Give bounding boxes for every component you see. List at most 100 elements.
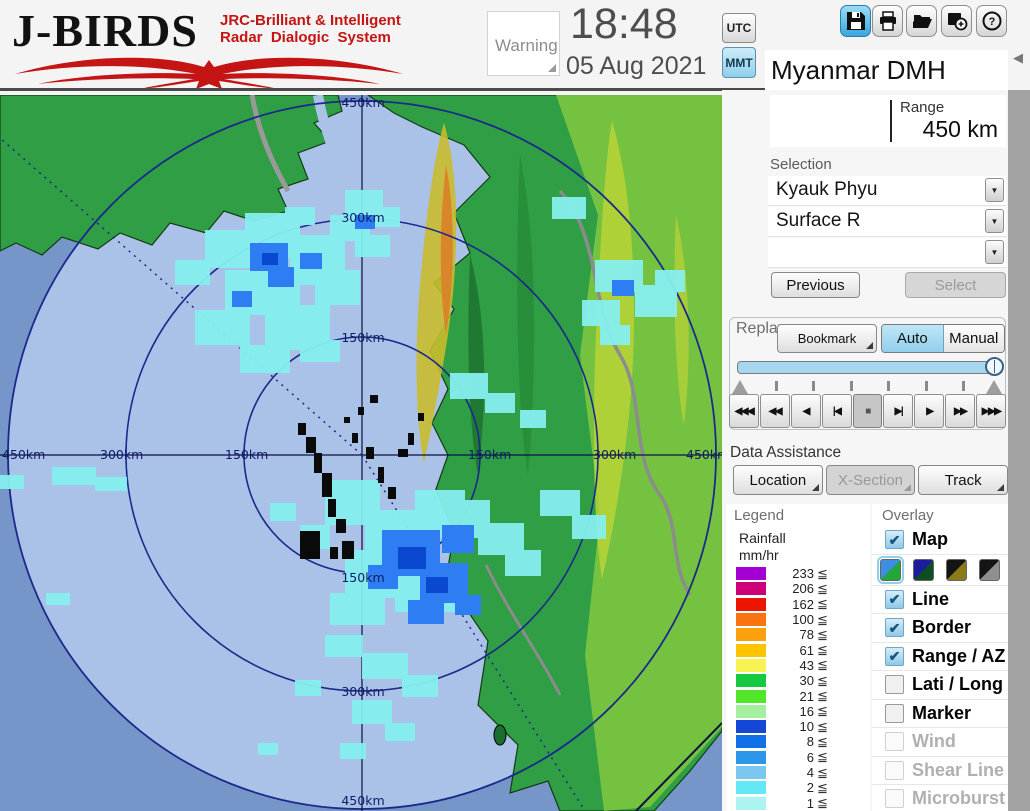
stop-button[interactable]: ■ bbox=[852, 394, 883, 428]
jbirds-app-window: J-BIRDS JRC-Brilliant & Intelligent Radar… bbox=[0, 0, 1030, 811]
previous-button[interactable]: Previous bbox=[771, 272, 860, 298]
range-label: 450km bbox=[2, 447, 45, 462]
overlay-item-label: Wind bbox=[912, 731, 956, 752]
manual-mode-button[interactable]: Manual bbox=[943, 325, 1004, 352]
legend-value: 21 bbox=[799, 688, 814, 704]
map-style-black-olive-button[interactable] bbox=[946, 558, 967, 581]
legend-unit-line2: mm/hr bbox=[739, 547, 779, 563]
replay-mode-group: Auto Manual bbox=[881, 324, 1005, 353]
legend-value: 2 bbox=[806, 780, 814, 796]
map-style-black-gray-button[interactable] bbox=[979, 558, 1000, 581]
slider-ticks bbox=[775, 381, 965, 391]
chevron-down-icon[interactable]: ▼ bbox=[985, 178, 1004, 202]
utc-button[interactable]: UTC bbox=[722, 13, 756, 43]
fastest-forward-button[interactable]: ▶▶▶ bbox=[976, 394, 1007, 428]
legend-color-swatch bbox=[736, 643, 766, 657]
play-button[interactable]: ▶ bbox=[914, 394, 945, 428]
step-forward-button[interactable]: ▶| bbox=[883, 394, 914, 428]
overlay-item-range-az[interactable]: ✔ Range / AZ bbox=[872, 643, 1008, 671]
clock-time: 18:48 bbox=[570, 0, 678, 48]
collapse-panel-arrow-icon[interactable]: ◀ bbox=[1013, 50, 1023, 66]
overlay-item-marker[interactable]: Marker bbox=[872, 700, 1008, 728]
legend-row: 16 ≦ bbox=[736, 703, 862, 719]
legend-row: 78 ≦ bbox=[736, 627, 862, 642]
save-button[interactable] bbox=[840, 5, 871, 37]
line-checkbox[interactable]: ✔ bbox=[885, 589, 904, 609]
map-style-row bbox=[872, 555, 1008, 586]
legend-value: 30 bbox=[799, 673, 814, 689]
add-image-icon bbox=[947, 13, 967, 31]
chevron-down-icon[interactable]: ▼ bbox=[985, 209, 1004, 233]
overlay-item-border[interactable]: ✔ Border bbox=[872, 614, 1008, 643]
map-style-terrain-button[interactable] bbox=[877, 555, 904, 584]
legend-color-swatch bbox=[736, 628, 766, 642]
warning-label: Warning bbox=[495, 36, 558, 55]
legend-color-swatch bbox=[736, 582, 766, 596]
overlay-item-wind: Wind bbox=[872, 728, 1008, 757]
marker-checkbox[interactable] bbox=[885, 703, 904, 723]
overlay-item-label: Marker bbox=[912, 702, 972, 723]
legend-operator: ≦ bbox=[817, 596, 828, 612]
overlay-item-shear-line: Shear Line bbox=[872, 757, 1008, 785]
bookmark-button[interactable]: Bookmark bbox=[777, 324, 877, 353]
help-button[interactable]: ? bbox=[976, 5, 1007, 37]
warning-button[interactable]: Warning bbox=[487, 11, 560, 76]
legend-value: 6 bbox=[806, 749, 814, 765]
legend-operator: ≦ bbox=[817, 626, 828, 642]
chevron-down-icon[interactable]: ▼ bbox=[985, 240, 1004, 264]
print-button[interactable] bbox=[872, 5, 903, 37]
mmt-button[interactable]: MMT bbox=[722, 47, 756, 78]
slider-left-marker[interactable] bbox=[732, 380, 748, 394]
range-label: 300km bbox=[341, 684, 384, 699]
radar-map-viewport[interactable]: 450km 300km 150km 150km 300km 450km 450k… bbox=[0, 94, 729, 811]
auto-mode-button[interactable]: Auto bbox=[882, 325, 944, 352]
slider-tick bbox=[812, 381, 816, 391]
overlay-item-lati-long[interactable]: Lati / Long bbox=[872, 671, 1008, 700]
legend-value: 10 bbox=[799, 719, 814, 735]
range-label: 150km bbox=[468, 447, 511, 462]
legend-color-swatch bbox=[736, 735, 766, 749]
fastest-rewind-button[interactable]: ◀◀◀ bbox=[729, 394, 759, 428]
add-image-button[interactable] bbox=[941, 5, 972, 37]
svg-text:?: ? bbox=[988, 16, 995, 28]
location-button[interactable]: Location bbox=[733, 465, 823, 495]
product-dropdown[interactable]: Surface R ▼ bbox=[768, 207, 1006, 237]
fast-forward-button[interactable]: ▶▶ bbox=[945, 394, 976, 428]
site-dropdown[interactable]: Kyauk Phyu ▼ bbox=[768, 176, 1006, 206]
playback-controls: ◀◀◀ ◀◀ ◀ |◀ ■ ▶| ▶ ▶▶ ▶▶▶ bbox=[729, 394, 1007, 428]
legend-operator: ≦ bbox=[817, 565, 828, 581]
legend-panel: Legend Rainfall mm/hr 233 ≦ 206 ≦ 162 ≦ 100 ≦ 78… bbox=[726, 504, 870, 811]
overlay-item-label: Range / AZ bbox=[912, 645, 1006, 666]
replay-slider-track[interactable] bbox=[737, 361, 1003, 374]
range-field: Range 450 km bbox=[770, 95, 1006, 147]
step-back-button[interactable]: |◀ bbox=[821, 394, 852, 428]
track-button[interactable]: Track bbox=[918, 465, 1009, 495]
check-icon: ✔ bbox=[888, 648, 901, 665]
map-checkbox[interactable]: ✔ bbox=[885, 530, 904, 550]
range-az-checkbox[interactable]: ✔ bbox=[885, 646, 904, 666]
legend-title: Legend bbox=[734, 507, 785, 524]
legend-operator: ≦ bbox=[817, 703, 828, 719]
option-dropdown[interactable]: ▼ bbox=[768, 238, 1006, 268]
replay-slider-thumb[interactable] bbox=[985, 357, 1004, 376]
fast-rewind-button[interactable]: ◀◀ bbox=[759, 394, 790, 428]
range-value: 450 km bbox=[922, 116, 998, 142]
slider-right-marker[interactable] bbox=[986, 380, 1002, 394]
lati-long-checkbox[interactable] bbox=[885, 675, 904, 695]
legend-value: 8 bbox=[806, 734, 814, 750]
logo-tagline-line2: Radar Dialogic System bbox=[220, 29, 391, 47]
legend-row: 6 ≦ bbox=[736, 749, 862, 765]
legend-color-swatch bbox=[736, 597, 766, 611]
legend-row: 61 ≦ bbox=[736, 642, 862, 658]
legend-value: 1 bbox=[806, 795, 814, 811]
legend-value: 233 bbox=[792, 566, 814, 582]
overlay-item-line[interactable]: ✔ Line bbox=[872, 586, 1008, 614]
map-style-dark-blue-green-button[interactable] bbox=[913, 558, 934, 581]
save-icon bbox=[846, 12, 865, 30]
play-reverse-button[interactable]: ◀ bbox=[790, 394, 821, 428]
open-file-button[interactable] bbox=[906, 5, 937, 37]
overlay-item-map[interactable]: ✔ Map bbox=[872, 526, 1008, 555]
border-checkbox[interactable]: ✔ bbox=[885, 618, 904, 638]
legend-row: 206 ≦ bbox=[736, 581, 862, 596]
legend-row: 162 ≦ bbox=[736, 596, 862, 612]
